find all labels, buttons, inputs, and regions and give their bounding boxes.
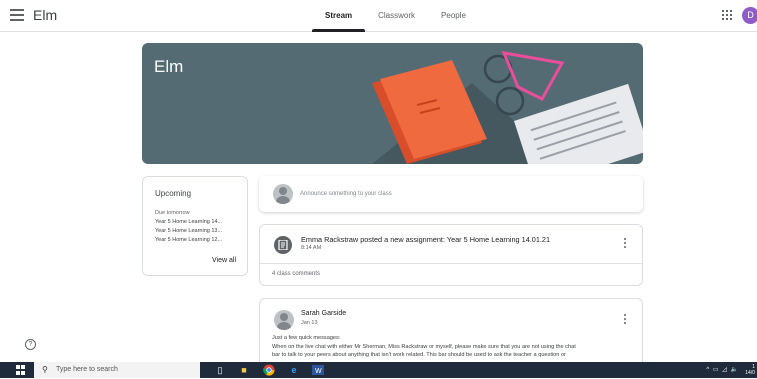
windows-start-icon[interactable]	[16, 365, 26, 375]
taskbar-search-input[interactable]: ⚲ Type here to search	[34, 362, 200, 378]
help-icon[interactable]: ?	[25, 339, 36, 350]
banner-illustration	[372, 51, 643, 164]
windows-taskbar: ⚲ Type here to search ▯ ■ e W ^ ▭ ◿ 🔈 1 …	[0, 362, 757, 378]
assignment-post: Emma Rackstraw posted a new assignment: …	[259, 224, 643, 286]
apps-grid-icon[interactable]	[722, 10, 732, 20]
announce-placeholder: Announce something to your class	[300, 191, 392, 197]
view-all-link[interactable]: View all	[212, 257, 236, 264]
taskbar-clock[interactable]: 1 14/0	[745, 364, 755, 376]
hamburger-menu-icon[interactable]	[10, 9, 24, 21]
upcoming-item[interactable]: Year 5 Home Learning 12...	[155, 237, 222, 243]
clock-date: 14/0	[745, 370, 755, 376]
system-tray-icons[interactable]: ^ ▭ ◿ 🔈	[706, 366, 739, 373]
post-time: 8:14 AM	[301, 245, 322, 251]
tab-classwork[interactable]: Classwork	[365, 0, 428, 32]
tab-people[interactable]: People	[428, 0, 479, 32]
post-author: Sarah Garside	[301, 310, 347, 317]
upcoming-item[interactable]: Year 5 Home Learning 14...	[155, 219, 222, 225]
search-icon: ⚲	[42, 365, 48, 374]
class-comments-link[interactable]: 4 class comments	[272, 271, 320, 277]
class-title[interactable]: Elm	[33, 7, 57, 23]
top-app-bar: Elm Stream Classwork People D	[0, 0, 757, 32]
edge-icon[interactable]: e	[288, 364, 300, 376]
upcoming-card: Upcoming Due tomorrow Year 5 Home Learni…	[142, 176, 248, 276]
announcement-post: Sarah Garside Jan 13 Just a few quick me…	[259, 298, 643, 368]
assignment-icon	[274, 236, 292, 254]
task-view-icon[interactable]: ▯	[214, 364, 226, 376]
search-placeholder: Type here to search	[56, 366, 118, 373]
post-date: Jan 13	[301, 320, 318, 326]
banner-class-title: Elm	[154, 57, 184, 76]
chrome-icon[interactable]	[263, 364, 275, 376]
more-options-icon[interactable]	[624, 238, 627, 250]
tab-bar: Stream Classwork People	[312, 0, 479, 32]
word-icon[interactable]: W	[312, 364, 324, 376]
tab-stream[interactable]: Stream	[312, 0, 366, 32]
upcoming-item[interactable]: Year 5 Home Learning 13...	[155, 228, 222, 234]
account-avatar[interactable]: D	[742, 7, 757, 24]
author-avatar	[274, 310, 294, 330]
user-avatar	[273, 184, 293, 204]
post-line: bar to talk to your peers about anything…	[272, 352, 566, 358]
post-line: When on the live chat with either Mr She…	[272, 343, 576, 350]
divider	[260, 263, 642, 264]
upcoming-title: Upcoming	[155, 189, 192, 198]
class-banner: Elm	[142, 43, 643, 164]
assignment-title[interactable]: Emma Rackstraw posted a new assignment: …	[301, 235, 550, 244]
file-explorer-icon[interactable]: ■	[238, 364, 250, 376]
post-body: Just a few quick messages: When on the l…	[272, 334, 634, 360]
due-label: Due tomorrow	[155, 210, 190, 216]
post-line: Just a few quick messages:	[272, 335, 341, 341]
announce-box[interactable]: Announce something to your class	[259, 176, 643, 212]
svg-text:W: W	[315, 368, 322, 375]
more-options-icon[interactable]	[624, 314, 627, 326]
